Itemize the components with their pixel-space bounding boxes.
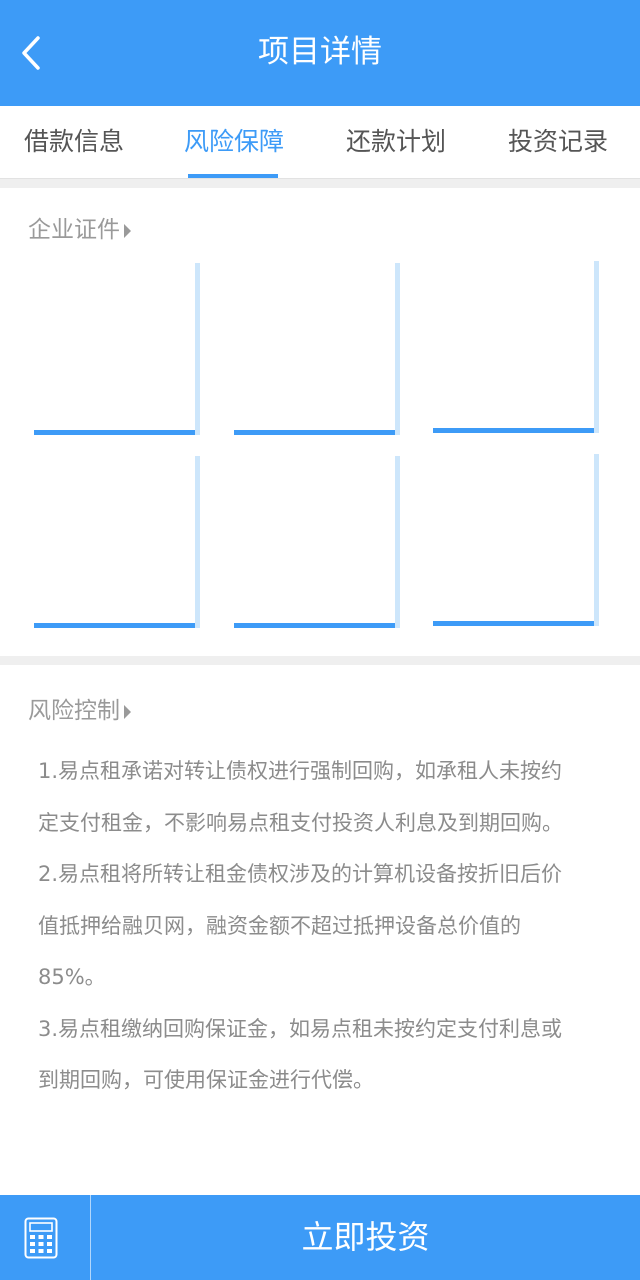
text-line: 到期回购，可使用保证金进行代偿。 <box>38 1068 374 1092</box>
triangle-right-icon <box>124 223 131 238</box>
certificate-frame-base <box>433 621 594 626</box>
tab-investment-records[interactable]: 投资记录 <box>502 122 614 178</box>
section-divider <box>0 656 640 665</box>
page-title: 项目详情 <box>258 34 382 70</box>
tab-risk-guarantee[interactable]: 风险保障 <box>178 122 290 178</box>
certificate-image[interactable] <box>234 263 400 435</box>
certificate-image[interactable] <box>234 456 400 628</box>
text-line: 1.易点租承诺对转让债权进行强制回购，如承租人未按约 <box>38 759 563 783</box>
certificate-frame-base <box>234 430 395 435</box>
certificate-frame-base <box>234 623 395 628</box>
active-tab-indicator <box>188 174 278 178</box>
bottom-action-bar: 立即投资 <box>0 1195 640 1280</box>
certificate-frame-edge <box>195 456 200 628</box>
certificate-frame-edge <box>594 454 599 626</box>
certificate-frame-base <box>433 428 594 433</box>
certificate-frame-base <box>34 430 195 435</box>
triangle-right-icon <box>124 704 131 719</box>
certificate-frame-edge <box>594 261 599 433</box>
tab-repayment-plan[interactable]: 还款计划 <box>340 122 452 178</box>
calculator-button[interactable] <box>0 1195 91 1280</box>
text-line: 定支付租金，不影响易点租支付投资人利息及到期回购。 <box>38 810 563 835</box>
text-line: 3.易点租缴纳回购保证金，如易点租未按约定支付利息或 <box>38 1016 563 1041</box>
tab-loan-info[interactable]: 借款信息 <box>18 122 130 178</box>
risk-control-title: 风险控制 <box>28 698 120 724</box>
risk-control-section-header[interactable]: 风险控制 <box>28 695 131 727</box>
tab-bar: 借款信息 风险保障 还款计划 投资记录 <box>0 106 640 179</box>
certificates-title: 企业证件 <box>28 217 120 243</box>
certificate-frame-base <box>34 623 195 628</box>
certificate-image[interactable] <box>433 261 599 433</box>
risk-control-text: 1.易点租承诺对转让债权进行强制回购，如承租人未按约 定支付租金，不影响易点租支… <box>38 746 608 1107</box>
certificate-image[interactable] <box>34 456 200 628</box>
invest-now-button[interactable]: 立即投资 <box>91 1195 640 1280</box>
calculator-icon <box>24 1217 58 1259</box>
header-bar: 项目详情 <box>0 0 640 106</box>
text-line: 2.易点租将所转让租金债权涉及的计算机设备按折旧后价 <box>38 862 563 886</box>
text-line: 值抵押给融贝网，融资金额不超过抵押设备总价值的 <box>38 913 521 938</box>
certificate-image[interactable] <box>34 263 200 435</box>
certificate-frame-edge <box>395 456 400 628</box>
section-divider <box>0 179 640 188</box>
certificates-section-header[interactable]: 企业证件 <box>28 214 131 246</box>
certificate-image[interactable] <box>433 454 599 626</box>
text-line: 85%。 <box>38 965 106 989</box>
certificate-frame-edge <box>195 263 200 435</box>
certificate-frame-edge <box>395 263 400 435</box>
